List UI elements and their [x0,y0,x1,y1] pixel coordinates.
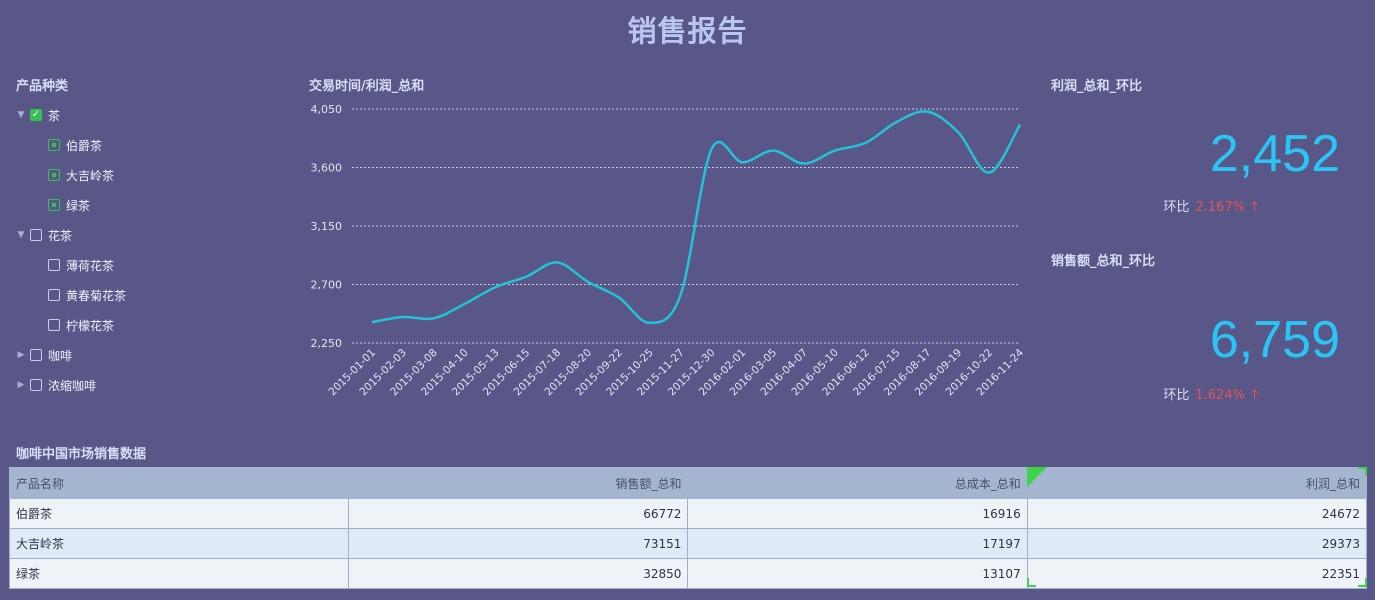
checkbox-icon[interactable] [30,379,42,391]
table-cell: 22351 [1026,558,1368,589]
column-header-profit[interactable]: 利润_总和 [1026,467,1368,499]
page-title: 销售报告 [627,14,748,48]
table-row: 伯爵茶 66772 16916 24672 [8,498,1368,529]
ratio-label: 环比 [1163,200,1190,215]
series-line [371,110,1022,325]
y-tick-label: 2,700 [311,279,343,292]
y-tick-label: 3,150 [311,220,343,233]
chart-title: 交易时间/利润_总和 [309,79,425,94]
table-cell: 29373 [1026,528,1368,559]
caret-right-icon[interactable]: ▶ [14,378,28,392]
ratio-value: 2.167% ↑ [1195,200,1260,215]
tree-item-darjeeling[interactable]: 大吉岭茶 [14,160,274,190]
tree-item-label: 咖啡 [48,348,73,363]
table-cell: 13107 [687,558,1028,589]
selection-corner-icon [1358,467,1367,476]
tree-item-tea[interactable]: ▼ ✓ 茶 [14,100,274,130]
table-row: 绿茶 32850 13107 22351 [8,558,1368,589]
checkbox-icon[interactable] [30,229,42,241]
tree-item-label: 浓缩咖啡 [48,378,97,393]
caret-down-icon[interactable]: ▼ [14,228,28,242]
checkbox-icon[interactable] [48,139,60,151]
column-header-cost[interactable]: 总成本_总和 [687,467,1028,499]
ratio-value: 1.624% ↑ [1195,388,1260,403]
table-cell: 17197 [687,528,1028,559]
checkbox-icon[interactable] [48,289,60,301]
table-cell: 32850 [348,558,689,589]
table-cell: 伯爵茶 [8,498,350,529]
checkbox-icon[interactable] [48,199,60,211]
selection-corner-icon [1358,578,1367,587]
y-tick-label: 2,250 [311,337,343,350]
filter-title: 产品种类 [16,79,69,94]
tree-item-label: 大吉岭茶 [66,168,115,183]
selection-corner-icon [1027,467,1047,487]
checkbox-icon[interactable] [48,169,60,181]
tree-item-coffee[interactable]: ▶ 咖啡 [14,340,274,370]
tree-item-label: 茶 [48,108,61,123]
y-tick-label: 4,050 [311,103,343,116]
tree-item-lemon-tea[interactable]: 柠檬花茶 [14,310,274,340]
tree-item-espresso[interactable]: ▶ 浓缩咖啡 [14,370,274,400]
table-cell: 24672 [1026,498,1368,529]
kpi-profit-value: 2,452 [1209,125,1340,183]
kpi-profit-title: 利润_总和_环比 [1051,79,1143,94]
caret-down-icon[interactable]: ▼ [14,108,28,122]
table-title: 咖啡中国市场销售数据 [16,447,147,462]
table-cell: 73151 [348,528,689,559]
tree-item-label: 柠檬花茶 [66,318,115,333]
profit-line-chart: 4,0503,6003,1502,7002,2502015-01-012015-… [311,103,1027,398]
table-header-row: 产品名称 销售额_总和 总成本_总和 利润_总和 [8,467,1368,499]
checkbox-icon[interactable] [30,349,42,361]
column-header-sales[interactable]: 销售额_总和 [348,467,689,499]
tree-item-green-tea[interactable]: 绿茶 [14,190,274,220]
table-row: 大吉岭茶 73151 17197 29373 [8,528,1368,559]
caret-right-icon[interactable]: ▶ [14,348,28,362]
tree-item-label: 薄荷花茶 [66,258,115,273]
tree-item-label: 花茶 [48,228,73,243]
tree-item-mint-tea[interactable]: 薄荷花茶 [14,250,274,280]
y-tick-label: 3,600 [311,162,343,175]
column-header-product[interactable]: 产品名称 [8,467,350,499]
kpi-sales-ratio: 环比 1.624% ↑ [1050,384,1260,403]
checkbox-icon[interactable] [48,259,60,271]
table-cell: 66772 [348,498,689,529]
sales-data-table: 产品名称 销售额_总和 总成本_总和 利润_总和 伯爵茶 66772 16916… [8,467,1368,589]
table-cell: 16916 [687,498,1028,529]
table-cell: 大吉岭茶 [8,528,350,559]
kpi-sales-value: 6,759 [1209,311,1340,369]
ratio-label: 环比 [1163,388,1190,403]
tree-item-label: 黄春菊花茶 [66,288,127,303]
tree-item-chamomile-tea[interactable]: 黄春菊花茶 [14,280,274,310]
selection-corner-icon [1027,578,1036,587]
tree-item-earl-grey[interactable]: 伯爵茶 [14,130,274,160]
product-category-tree: ▼ ✓ 茶 伯爵茶 大吉岭茶 绿茶 ▼ 花茶 薄荷花茶 黄春菊花茶 柠檬花茶 ▶… [14,100,274,400]
tree-item-label: 绿茶 [66,198,91,213]
checkbox-checked-icon[interactable]: ✓ [30,109,42,121]
kpi-sales-title: 销售额_总和_环比 [1051,254,1156,269]
kpi-profit-ratio: 环比 2.167% ↑ [1050,196,1260,215]
tree-item-label: 伯爵茶 [66,138,103,153]
table-cell: 绿茶 [8,558,350,589]
checkbox-icon[interactable] [48,319,60,331]
tree-item-herbal-tea[interactable]: ▼ 花茶 [14,220,274,250]
